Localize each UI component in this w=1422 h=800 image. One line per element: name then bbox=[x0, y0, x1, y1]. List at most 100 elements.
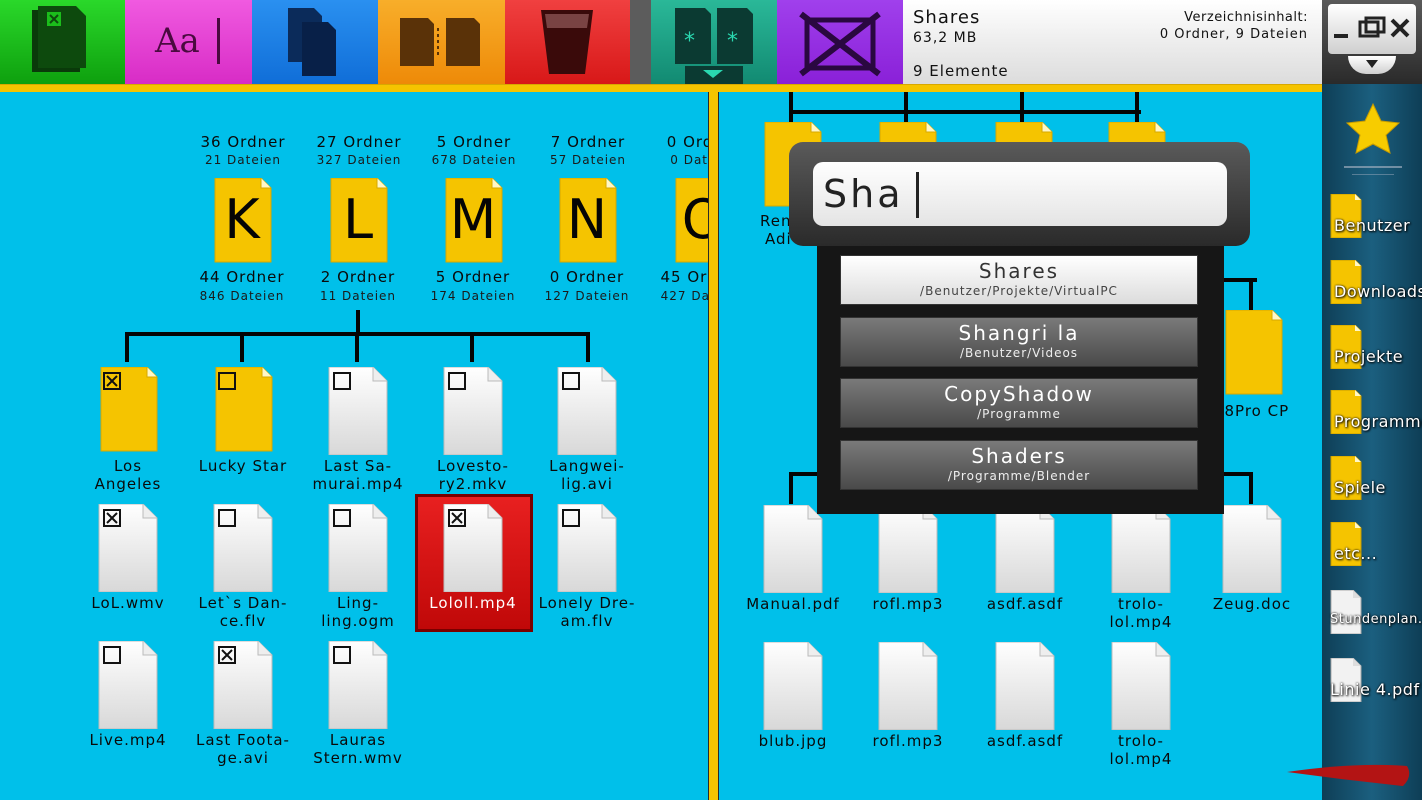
item-name: Langwei- bbox=[549, 457, 625, 475]
favorites-star-icon[interactable] bbox=[1342, 100, 1404, 180]
tree-line bbox=[1249, 278, 1253, 310]
split-view-button[interactable]: * * bbox=[651, 0, 777, 84]
rename-button[interactable]: Aa bbox=[125, 0, 252, 84]
file-item[interactable] bbox=[442, 503, 504, 593]
folder-count: 45 Ordner bbox=[660, 268, 709, 286]
file-count: 427 Dateien bbox=[660, 289, 708, 303]
select-checkbox[interactable] bbox=[562, 372, 580, 390]
file-icon bbox=[1111, 504, 1171, 594]
contents-value: 0 Ordner, 9 Dateien bbox=[1159, 27, 1308, 42]
folder-icon bbox=[1225, 309, 1283, 395]
file-item[interactable] bbox=[327, 366, 389, 456]
select-checkbox[interactable] bbox=[333, 372, 351, 390]
select-checkbox[interactable] bbox=[218, 372, 236, 390]
pane-divider[interactable] bbox=[708, 92, 719, 800]
file-item[interactable] bbox=[212, 503, 274, 593]
select-checkbox[interactable] bbox=[448, 372, 466, 390]
file-icon bbox=[878, 641, 938, 731]
folder-letter: L bbox=[342, 188, 374, 251]
app-window: { "header": { "folder_name": "Shares", "… bbox=[0, 0, 1422, 800]
select-checkbox[interactable] bbox=[103, 646, 121, 664]
restore-icon bbox=[1358, 20, 1380, 38]
file-item[interactable] bbox=[762, 504, 824, 594]
file-icon bbox=[995, 504, 1055, 594]
select-checkbox[interactable] bbox=[562, 509, 580, 527]
file-item[interactable] bbox=[994, 641, 1056, 731]
folder-item[interactable] bbox=[97, 366, 159, 455]
new-document-button[interactable] bbox=[0, 0, 125, 84]
file-item[interactable] bbox=[877, 641, 939, 731]
folder-letter: M bbox=[449, 188, 497, 251]
tree-line bbox=[1020, 92, 1024, 124]
search-input[interactable]: Sha bbox=[813, 162, 1227, 226]
result-title: CopyShadow bbox=[944, 382, 1094, 406]
sidebar-item-label: Linie 4.pdf bbox=[1330, 680, 1420, 699]
file-item[interactable] bbox=[994, 504, 1056, 594]
close-icon bbox=[1390, 18, 1410, 38]
minimize-icon bbox=[1334, 34, 1348, 38]
sidebar-item-label: Spiele bbox=[1334, 478, 1386, 497]
text-cursor bbox=[916, 172, 919, 218]
window-controls bbox=[1322, 0, 1422, 84]
item-name-line2: Stern.wmv bbox=[313, 749, 403, 767]
search-result[interactable]: Shaders /Programme/Blender bbox=[840, 439, 1198, 490]
file-item[interactable] bbox=[212, 640, 274, 730]
move-icon bbox=[400, 18, 480, 66]
file-item[interactable] bbox=[97, 503, 159, 593]
select-checkbox[interactable] bbox=[103, 372, 121, 390]
search-result[interactable]: Shangri la /Benutzer/Videos bbox=[840, 316, 1198, 367]
left-pane: F36 Ordner21 Dateien G27 Ordner327 Datei… bbox=[0, 92, 708, 800]
delete-button[interactable] bbox=[505, 0, 630, 84]
tree-line bbox=[789, 92, 793, 124]
folder-item[interactable] bbox=[212, 366, 274, 455]
letter-folder[interactable]: O bbox=[672, 177, 708, 266]
move-button[interactable] bbox=[378, 0, 505, 84]
letter-folder[interactable]: K bbox=[211, 177, 273, 266]
file-item[interactable] bbox=[556, 503, 618, 593]
tree-line bbox=[240, 332, 244, 362]
recycle-slider-icon[interactable] bbox=[1285, 760, 1415, 794]
svg-text:Aa: Aa bbox=[154, 21, 200, 61]
rename-text-icon: Aa bbox=[154, 18, 220, 64]
folder-item[interactable] bbox=[1222, 309, 1284, 398]
item-name: Lonely Dre- bbox=[538, 594, 636, 612]
deselect-button[interactable] bbox=[777, 0, 903, 84]
tree-line bbox=[904, 92, 908, 124]
letter-folder[interactable]: M bbox=[442, 177, 504, 266]
file-item[interactable] bbox=[1221, 504, 1283, 594]
select-checkbox[interactable] bbox=[333, 509, 351, 527]
new-document-icon bbox=[32, 6, 86, 72]
file-count: 0 Dateien bbox=[670, 153, 708, 167]
file-item[interactable] bbox=[97, 640, 159, 730]
tree-line bbox=[1135, 92, 1139, 124]
file-item[interactable] bbox=[877, 504, 939, 594]
search-result[interactable]: Shares /Benutzer/Projekte/VirtualPC bbox=[840, 255, 1198, 305]
file-item[interactable] bbox=[1110, 641, 1172, 731]
sidebar-item-label: etc... bbox=[1334, 544, 1378, 563]
file-item[interactable] bbox=[442, 366, 504, 456]
folder-name: Shares bbox=[913, 7, 981, 28]
file-icon bbox=[878, 504, 938, 594]
tree-line bbox=[586, 332, 590, 362]
collapse-button[interactable] bbox=[1348, 56, 1396, 74]
select-checkbox[interactable] bbox=[218, 509, 236, 527]
file-item[interactable] bbox=[327, 640, 389, 730]
letter-folder[interactable]: N bbox=[556, 177, 618, 266]
file-icon bbox=[763, 504, 823, 594]
select-checkbox[interactable] bbox=[103, 509, 121, 527]
toolbar-divider bbox=[0, 84, 1322, 92]
file-item[interactable] bbox=[762, 641, 824, 731]
result-path: /Benutzer/Projekte/VirtualPC bbox=[920, 284, 1118, 298]
result-title: Shangri la bbox=[958, 320, 1080, 345]
select-checkbox[interactable] bbox=[333, 646, 351, 664]
item-name: Lauras bbox=[329, 731, 387, 749]
file-item[interactable] bbox=[556, 366, 618, 456]
file-item[interactable] bbox=[1110, 504, 1172, 594]
copy-button[interactable] bbox=[252, 0, 378, 84]
window-buttons-icons bbox=[1334, 16, 1410, 38]
letter-folder[interactable]: L bbox=[327, 177, 389, 266]
file-item[interactable] bbox=[327, 503, 389, 593]
select-checkbox[interactable] bbox=[448, 509, 466, 527]
select-checkbox[interactable] bbox=[218, 646, 236, 664]
search-result[interactable]: CopyShadow /Programme bbox=[840, 378, 1198, 428]
